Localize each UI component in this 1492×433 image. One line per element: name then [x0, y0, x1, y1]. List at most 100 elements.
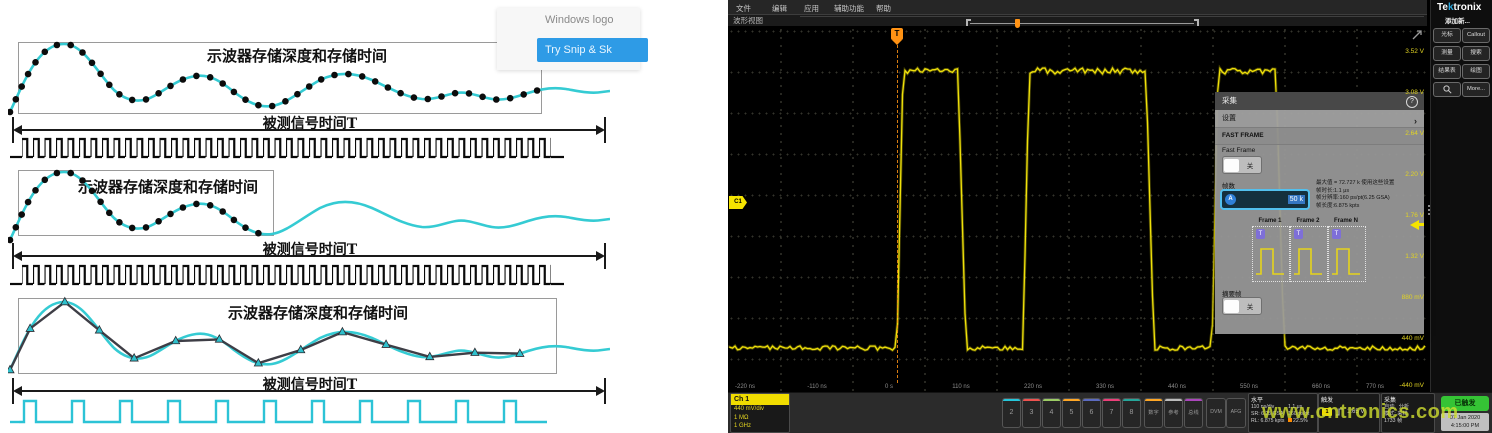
measure-button[interactable]: 测量 — [1433, 46, 1461, 61]
menu-file[interactable]: 文件 — [736, 3, 751, 14]
v-label-0: 3.52 V — [1366, 48, 1424, 55]
acq-mode-b: 分析 — [1399, 404, 1409, 410]
frameN-pulse-icon — [1330, 242, 1362, 278]
snip-sketch-button[interactable]: Try Snip & Sk — [537, 38, 648, 62]
channel7-button[interactable]: 7 — [1102, 398, 1121, 428]
channel8-button[interactable]: 8 — [1122, 398, 1141, 428]
v-label-5: 1.32 V — [1366, 253, 1424, 260]
datetime-box: 07 Jan 2020 4:15:00 PM — [1441, 413, 1489, 431]
v-label-1: 3.08 V — [1366, 89, 1424, 96]
t-label-6: 440 ns — [1157, 384, 1197, 390]
toggle-knob — [1224, 159, 1239, 172]
t-label-0: -220 ns — [725, 384, 765, 390]
panel-drag-handle[interactable] — [1427, 203, 1431, 221]
timeline-track — [800, 16, 1424, 17]
menu-help[interactable]: 帮助 — [876, 3, 891, 14]
settings-row[interactable]: 设置 › — [1215, 110, 1424, 128]
t-label-2: 0 s — [869, 384, 909, 390]
panel3-axis-label: 被测信号时间T — [263, 374, 357, 394]
frame1-trigger-tag: T — [1256, 229, 1265, 239]
horizontal-scale: 110 ns/div — [1251, 404, 1284, 411]
acq-frame-count: 1733 帧 — [1382, 418, 1434, 425]
trigger-source-chip: 1 — [1322, 408, 1332, 416]
panel1-arrowhead-left — [13, 125, 22, 135]
horizontal-badge[interactable]: 水平 110 ns/div SR: 6.25 GSA RL: 6.875 kpt… — [1248, 393, 1318, 433]
frameN-trigger-tag: T — [1332, 229, 1341, 239]
waveform-view-label: 波形视图 — [733, 15, 763, 26]
horizontal-title: 水平 — [1249, 394, 1317, 404]
frame-duration: 1.1 μs — [1288, 404, 1309, 411]
channel1-impedance: 1 MΩ — [731, 414, 789, 423]
help-icon[interactable]: ? — [1406, 96, 1418, 108]
channel1-badge-title: Ch 1 — [731, 394, 789, 405]
menu-apps[interactable]: 应用 — [804, 3, 819, 14]
tektronix-logo: Tektronix — [1437, 2, 1481, 13]
t-label-1: -110 ns — [797, 384, 837, 390]
knob-a-icon: A — [1225, 194, 1236, 205]
magnifier-icon — [1443, 85, 1452, 94]
channel5-button[interactable]: 5 — [1062, 398, 1081, 428]
sample-rate: SR: 6.25 GSA — [1251, 411, 1284, 418]
v-label-2: 2.64 V — [1366, 130, 1424, 137]
callout-button[interactable]: Callout — [1462, 28, 1490, 43]
t-label-7: 550 ns — [1229, 384, 1269, 390]
channel3-button[interactable]: 3 — [1022, 398, 1041, 428]
resolution: 160 ps/pt — [1288, 411, 1309, 418]
position-percent: 22.5% — [1288, 418, 1309, 425]
plot-button[interactable]: 绘图 — [1462, 64, 1490, 79]
info-length: 帧长度:6.875 kpts — [1316, 203, 1418, 211]
ref-button[interactable]: 参考 — [1164, 398, 1183, 428]
acq-mode-a: 自动, — [1384, 404, 1396, 410]
cursor-button[interactable]: 光标 — [1433, 28, 1461, 43]
panel3-clock-signal — [10, 396, 590, 426]
add-new-label: 添加新... — [1445, 15, 1470, 25]
trigger-level-arrow[interactable] — [1410, 220, 1419, 230]
storage-depth-diagram: 示波器存储深度和存储时间 被测信号时间T 示波器存储深度和存储时间 被测信号时 — [0, 0, 728, 433]
acquisition-title: 采集 — [1382, 394, 1434, 404]
zoom-overview-icon[interactable] — [1411, 29, 1423, 41]
frame-count-value: 50 k — [1288, 195, 1305, 204]
search-button[interactable]: 搜索 — [1462, 46, 1490, 61]
channel4-button[interactable]: 4 — [1042, 398, 1061, 428]
frame-count-input[interactable]: A 50 k — [1220, 189, 1310, 210]
trigger-badge[interactable]: 触发 1 1.65 V — [1318, 393, 1380, 433]
digital-button[interactable]: 数字 — [1144, 398, 1163, 428]
info-resolution: 帧分辨率:160 ps/pt(6.25 GSA) — [1316, 195, 1418, 203]
panel2-arrowhead-right — [596, 251, 605, 261]
rising-edge-icon — [1335, 407, 1344, 417]
t-label-4: 220 ns — [1013, 384, 1053, 390]
trigger-position-line — [897, 45, 898, 383]
channel6-button[interactable]: 6 — [1082, 398, 1101, 428]
panel2-arrowhead-left — [13, 251, 22, 261]
menu-utility[interactable]: 辅助功能 — [834, 3, 864, 14]
channel2-button[interactable]: 2 — [1002, 398, 1021, 428]
triggered-run-button[interactable]: 已触发 — [1441, 396, 1489, 411]
date-text: 07 Jan 2020 — [1441, 414, 1489, 422]
t-label-3: 110 ns — [941, 384, 981, 390]
channel1-bandwidth: 1 GHz — [731, 422, 789, 431]
channel1-badge[interactable]: Ch 1 440 mV/div 1 MΩ 1 GHz — [730, 393, 790, 433]
bus-button[interactable]: 总线 — [1184, 398, 1203, 428]
results-table-button[interactable]: 结果表 — [1433, 64, 1461, 79]
fastframe-state: 关 — [1239, 160, 1261, 170]
more-button[interactable]: More... — [1462, 82, 1490, 97]
zoom-tool-button[interactable] — [1433, 82, 1461, 97]
acquisition-badge[interactable]: 采集 自动, 分析 模式: 采样 1733 帧 — [1381, 393, 1435, 433]
trigger-position-flag[interactable]: T — [891, 28, 903, 40]
fastframe-toggle[interactable]: 关 — [1222, 156, 1262, 174]
trigger-title: 触发 — [1319, 394, 1379, 404]
dvm-button[interactable]: DVM — [1206, 398, 1226, 428]
minimap-bar[interactable] — [970, 23, 1194, 24]
fastframe-label: Fast Frame — [1222, 147, 1255, 154]
info-max: 最大值 = 72.727 k 使用这些设置 — [1316, 180, 1418, 188]
frame2-pulse-icon — [1292, 242, 1324, 278]
fastframe-info: 最大值 = 72.727 k 使用这些设置 帧时长:1.1 μs 帧分辨率:16… — [1316, 180, 1418, 210]
trigger-flag-tip — [892, 40, 902, 45]
summary-frame-toggle[interactable]: 关 — [1222, 297, 1262, 315]
frame2-label: Frame 2 — [1288, 218, 1328, 224]
afg-button[interactable]: AFG — [1226, 398, 1246, 428]
menu-edit[interactable]: 编辑 — [772, 3, 787, 14]
frame2-trigger-tag: T — [1294, 229, 1303, 239]
v-label-bottom: -440 mV — [1366, 382, 1424, 389]
settings-label: 设置 — [1222, 115, 1236, 122]
